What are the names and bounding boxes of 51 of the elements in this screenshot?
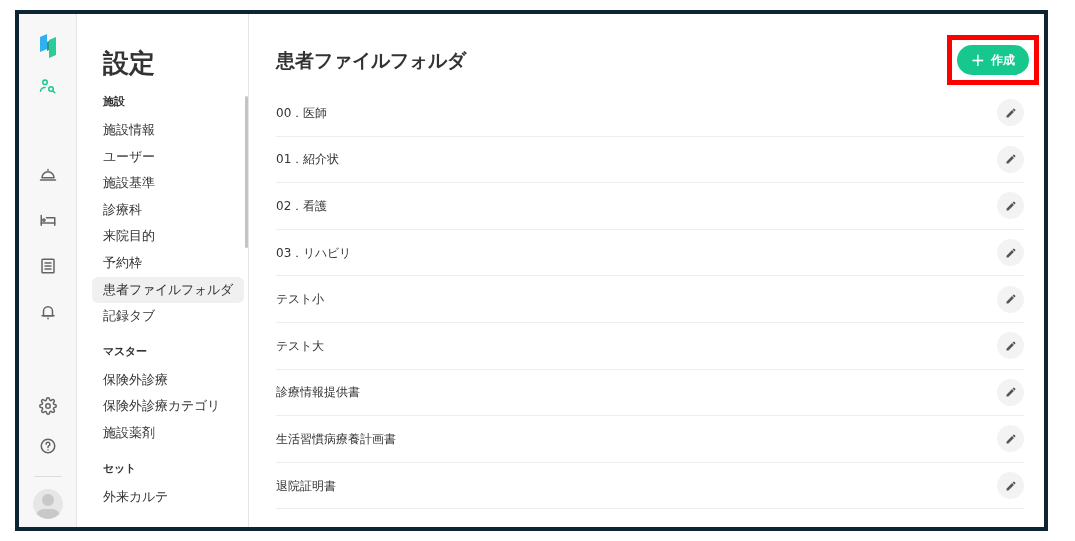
pencil-icon: [1004, 153, 1017, 166]
pencil-icon: [1004, 200, 1017, 212]
nav-item[interactable]: 保険外診療: [92, 366, 179, 394]
edit-button[interactable]: [997, 425, 1024, 453]
pencil-icon: [1004, 386, 1017, 399]
pencil-icon: [1004, 339, 1017, 352]
section-heading: マスター: [102, 343, 147, 360]
scrollbar[interactable]: [245, 96, 248, 248]
bell-icon: [38, 303, 57, 321]
pencil-icon: [1004, 479, 1017, 492]
edit-button[interactable]: [997, 378, 1024, 406]
patient-search-icon: [38, 77, 57, 95]
edit-button[interactable]: [997, 192, 1024, 220]
logo-icon: [38, 34, 57, 58]
folder-name: 03．リハビリ: [276, 244, 352, 262]
pencil-icon: [1004, 106, 1017, 119]
edit-button[interactable]: [997, 472, 1024, 500]
edit-button[interactable]: [997, 285, 1024, 313]
nav-item[interactable]: 施設基準: [92, 170, 166, 197]
settings-title: 設定: [102, 47, 155, 80]
folder-name: 退院証明書: [276, 477, 336, 495]
nav-item[interactable]: 外来カルテ: [92, 483, 179, 511]
nav-item[interactable]: 施設情報: [92, 117, 166, 144]
folder-name: 01．紹介状: [276, 151, 340, 169]
nav-item[interactable]: ユーザー: [92, 143, 166, 171]
edit-button[interactable]: [997, 145, 1024, 173]
section-heading: 施設: [102, 94, 125, 110]
list-icon: [38, 257, 57, 275]
page-title: 患者ファイルフォルダ: [276, 47, 466, 73]
folder-name: 02．看護: [276, 198, 328, 215]
pencil-icon: [1004, 432, 1017, 445]
edit-button[interactable]: [997, 239, 1024, 267]
nav-item[interactable]: 予約枠: [92, 249, 153, 277]
folder-name: 診療情報提供書: [276, 384, 360, 402]
folder-name: テスト小: [276, 291, 324, 309]
folder-name: 00．医師: [276, 104, 328, 122]
nav-item[interactable]: 診療科: [92, 196, 153, 224]
settings-icon: [38, 397, 57, 415]
nav-item[interactable]: 施設薬剤: [92, 419, 166, 447]
folder-name: テスト大: [276, 337, 324, 355]
nav-item[interactable]: 保険外診療カテゴリ: [92, 393, 231, 420]
folder-name: 生活習慣病療養計画書: [276, 430, 396, 448]
nav-item[interactable]: 記録タブ: [92, 303, 166, 330]
nav-item[interactable]: 患者ファイルフォルダ: [92, 276, 244, 304]
help-icon: [38, 437, 57, 455]
nav-item[interactable]: 来院目的: [92, 223, 166, 250]
section-heading: セット: [102, 460, 136, 477]
edit-button[interactable]: [997, 332, 1024, 360]
edit-button[interactable]: [997, 99, 1024, 127]
pencil-icon: [1004, 293, 1017, 306]
pencil-icon: [1004, 246, 1017, 259]
